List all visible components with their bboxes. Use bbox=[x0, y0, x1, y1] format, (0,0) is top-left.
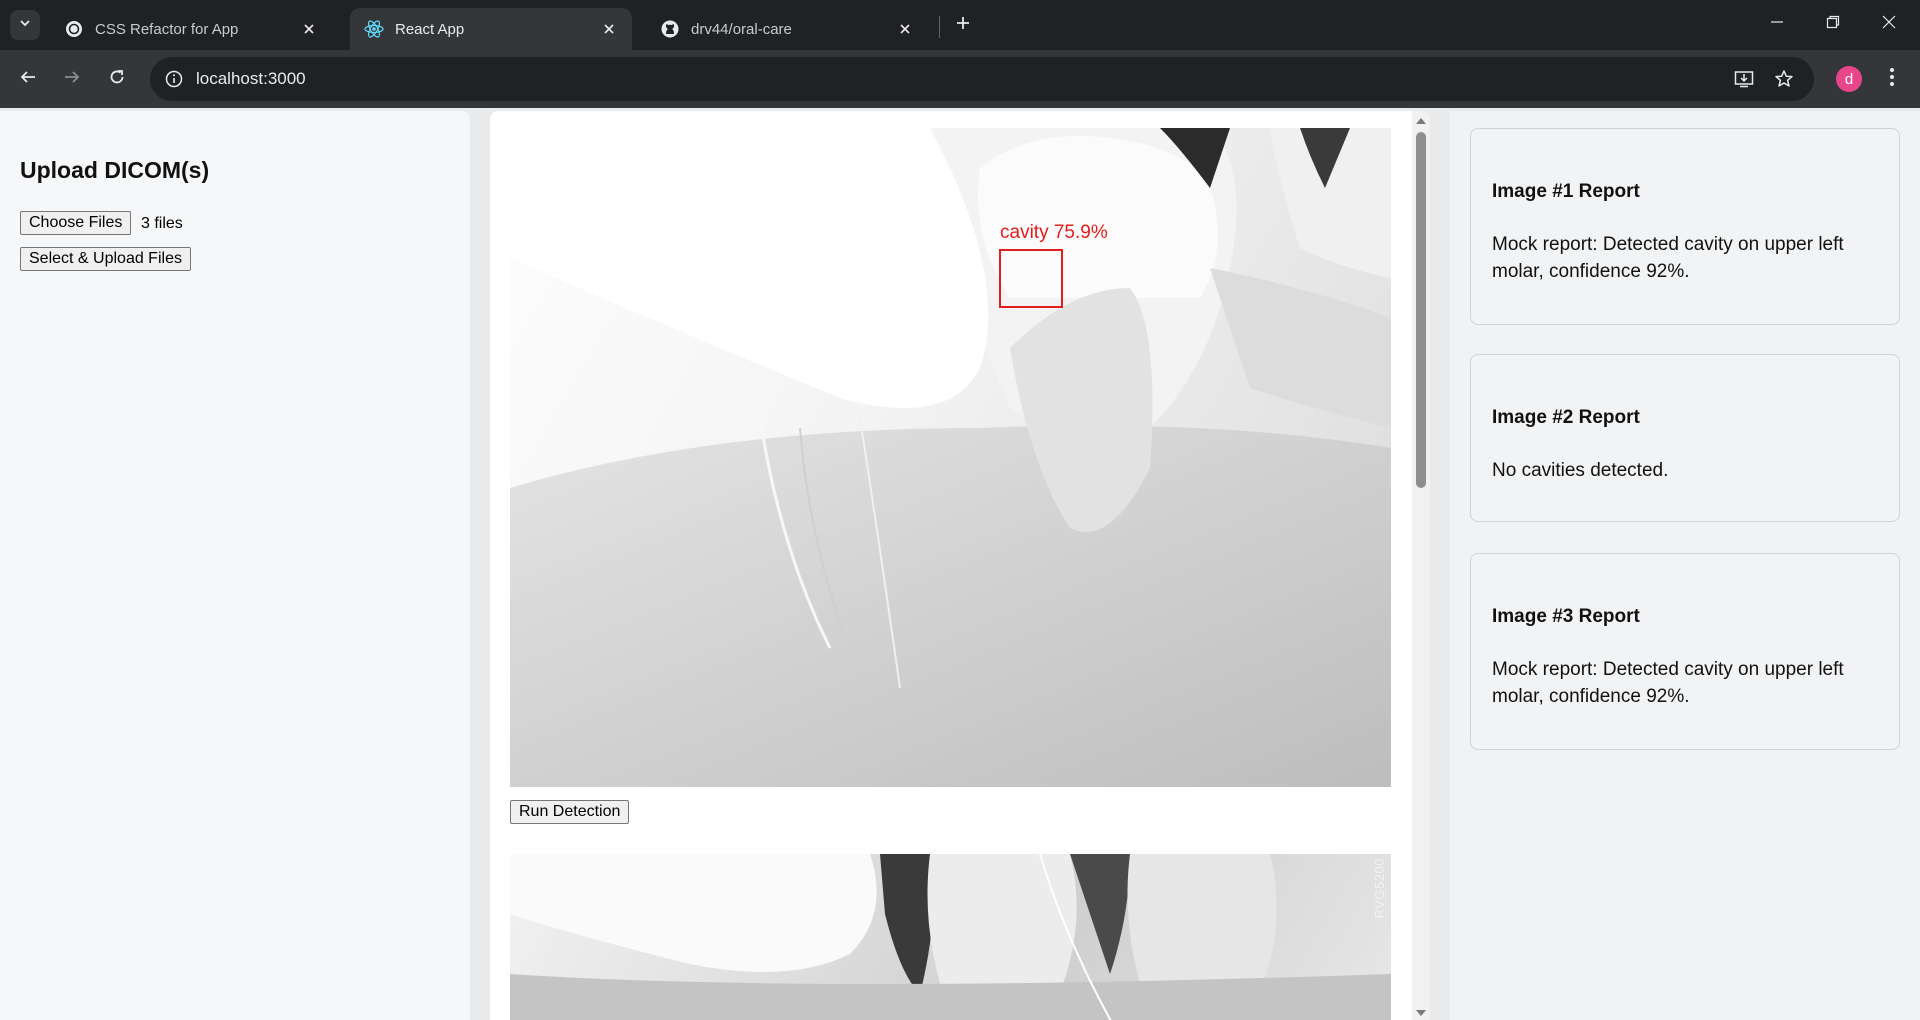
tab-search-button[interactable] bbox=[10, 10, 40, 40]
url-text[interactable]: localhost:3000 bbox=[196, 69, 306, 89]
address-bar[interactable]: localhost:3000 bbox=[150, 57, 1814, 101]
close-icon[interactable] bbox=[298, 18, 320, 40]
report-body: Mock report: Detected cavity on upper le… bbox=[1492, 234, 1844, 282]
tab-divider bbox=[939, 16, 940, 38]
openai-icon bbox=[64, 19, 84, 39]
report-body: Mock report: Detected cavity on upper le… bbox=[1492, 659, 1844, 707]
image-watermark: RVG5200 bbox=[1372, 858, 1387, 919]
choose-files-button[interactable]: Choose Files bbox=[20, 211, 132, 235]
more-vertical-icon bbox=[1889, 67, 1895, 92]
new-tab-button[interactable] bbox=[948, 10, 978, 40]
close-window-button[interactable] bbox=[1866, 6, 1912, 42]
page-content: Upload DICOM(s) Choose Files 3 files Sel… bbox=[0, 108, 1920, 1020]
image-watermark: RVG5200 bbox=[1372, 132, 1387, 193]
detection-label: cavity 75.9% bbox=[1000, 222, 1108, 243]
file-count-status: 3 files bbox=[141, 215, 183, 232]
profile-avatar[interactable]: d bbox=[1836, 66, 1862, 92]
tab-title: React App bbox=[395, 20, 465, 38]
report-title: Image #3 Report bbox=[1492, 606, 1640, 627]
report-card: Image #3 Report Mock report: Detected ca… bbox=[1470, 553, 1900, 750]
report-title: Image #2 Report bbox=[1492, 407, 1640, 428]
plus-icon bbox=[955, 15, 971, 36]
browser-toolbar: localhost:3000 d bbox=[0, 50, 1920, 108]
reload-icon bbox=[108, 68, 126, 91]
forward-button[interactable] bbox=[56, 63, 88, 95]
info-icon[interactable] bbox=[162, 67, 186, 91]
xray-graphic-2 bbox=[510, 854, 1391, 1020]
close-icon bbox=[1882, 15, 1896, 34]
chevron-down-icon bbox=[18, 16, 32, 35]
install-app-icon[interactable] bbox=[1732, 67, 1756, 91]
xray-graphic-1 bbox=[510, 128, 1391, 787]
back-button[interactable] bbox=[12, 63, 44, 95]
report-card: Image #1 Report Mock report: Detected ca… bbox=[1470, 128, 1900, 325]
scroll-thumb[interactable] bbox=[1416, 132, 1426, 488]
browser-menu-button[interactable] bbox=[1880, 63, 1904, 95]
arrow-right-icon bbox=[63, 68, 81, 91]
react-icon bbox=[364, 19, 384, 39]
scroll-up-icon[interactable] bbox=[1415, 115, 1427, 127]
tab-react-app[interactable]: React App bbox=[350, 8, 632, 50]
image-viewer: RVG5200 cavity 75.9% Run Detection RVG52… bbox=[490, 111, 1430, 1020]
report-title: Image #1 Report bbox=[1492, 181, 1640, 202]
report-body: No cavities detected. bbox=[1492, 460, 1669, 481]
detection-bounding-box bbox=[999, 249, 1063, 308]
upload-panel: Upload DICOM(s) Choose Files 3 files Sel… bbox=[0, 111, 470, 1020]
tab-github-oral-care[interactable]: drv44/oral-care bbox=[646, 8, 928, 50]
upload-title: Upload DICOM(s) bbox=[20, 157, 210, 183]
minimize-button[interactable] bbox=[1754, 6, 1800, 42]
github-icon bbox=[660, 19, 680, 39]
close-icon[interactable] bbox=[598, 18, 620, 40]
dicom-image-1: RVG5200 cavity 75.9% bbox=[510, 128, 1391, 787]
select-upload-files-button[interactable]: Select & Upload Files bbox=[20, 247, 191, 271]
reload-button[interactable] bbox=[101, 63, 133, 95]
report-card: Image #2 Report No cavities detected. bbox=[1470, 354, 1900, 522]
restore-button[interactable] bbox=[1810, 6, 1856, 42]
viewer-scrollbar[interactable] bbox=[1412, 111, 1430, 1020]
tab-css-refactor[interactable]: CSS Refactor for App bbox=[50, 8, 332, 50]
arrow-left-icon bbox=[19, 68, 37, 91]
restore-icon bbox=[1826, 15, 1840, 34]
scroll-down-icon[interactable] bbox=[1415, 1007, 1427, 1019]
reports-panel: Image #1 Report Mock report: Detected ca… bbox=[1450, 111, 1920, 1020]
tab-title: drv44/oral-care bbox=[691, 20, 792, 38]
run-detection-button[interactable]: Run Detection bbox=[510, 800, 630, 824]
minimize-icon bbox=[1770, 15, 1784, 34]
dicom-image-2: RVG5200 bbox=[510, 854, 1391, 1020]
bookmark-star-icon[interactable] bbox=[1772, 67, 1796, 91]
tab-strip: CSS Refactor for App React App drv44/ora… bbox=[0, 0, 1920, 50]
tab-title: CSS Refactor for App bbox=[95, 20, 239, 38]
close-icon[interactable] bbox=[894, 18, 916, 40]
